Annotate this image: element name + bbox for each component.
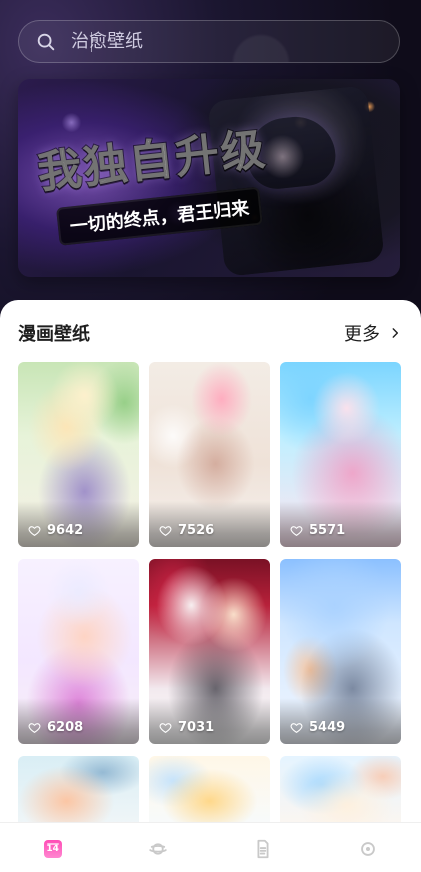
search-bar[interactable] <box>18 20 400 63</box>
heart-icon <box>290 524 303 537</box>
wallpaper-grid: 9642 7526 5571 6208 7031 5449 <box>18 362 402 838</box>
document-icon <box>257 839 269 858</box>
more-label: 更多 <box>344 324 380 345</box>
nav-item-settings[interactable] <box>344 829 392 869</box>
nav-item-notes[interactable] <box>239 829 287 869</box>
heart-icon <box>28 721 41 734</box>
likes-container: 5571 <box>290 523 345 538</box>
likes-container: 7031 <box>159 720 214 735</box>
content-sheet: 漫画壁纸 更多 9642 7526 5571 6208 7031 5449 14 <box>0 300 421 872</box>
text-caret <box>91 32 92 52</box>
section-header: 漫画壁纸 更多 <box>18 318 402 348</box>
chevron-right-icon <box>388 326 402 340</box>
wallpaper-card-5[interactable]: 7031 <box>149 559 270 744</box>
search-icon <box>35 31 57 53</box>
calendar-date: 14 <box>46 843 59 854</box>
planet-icon <box>149 842 167 855</box>
heart-icon <box>290 721 303 734</box>
nav-item-calendar[interactable]: 14 <box>29 829 77 869</box>
wallpaper-card-3[interactable]: 5571 <box>280 362 401 547</box>
settings-icon <box>361 841 376 856</box>
nav-item-explore[interactable] <box>134 829 182 869</box>
section-title: 漫画壁纸 <box>18 324 90 345</box>
heart-icon <box>159 721 172 734</box>
promo-banner[interactable]: 我独自升级 一切的终点，君王归来 <box>18 79 400 277</box>
likes-container: 6208 <box>28 720 83 735</box>
likes-container: 5449 <box>290 720 345 735</box>
wallpaper-card-2[interactable]: 7526 <box>149 362 270 547</box>
search-input[interactable] <box>71 31 351 52</box>
likes-count: 7031 <box>178 720 215 735</box>
calendar-icon: 14 <box>43 839 62 858</box>
wallpaper-card-1[interactable]: 9642 <box>18 362 139 547</box>
heart-icon <box>28 524 41 537</box>
likes-count: 5449 <box>309 720 346 735</box>
likes-count: 9642 <box>47 523 84 538</box>
likes-count: 7526 <box>178 523 215 538</box>
bottom-navigation: 14 <box>0 822 421 872</box>
more-link[interactable]: 更多 <box>344 320 402 346</box>
wallpaper-card-6[interactable]: 5449 <box>280 559 401 744</box>
banner-character-art <box>207 85 385 277</box>
app-root: 我独自升级 一切的终点，君王归来 漫画壁纸 更多 <box>0 0 421 872</box>
likes-container: 7526 <box>159 523 214 538</box>
likes-container: 9642 <box>28 523 83 538</box>
likes-count: 5571 <box>309 523 346 538</box>
heart-icon <box>159 524 172 537</box>
wallpaper-card-4[interactable]: 6208 <box>18 559 139 744</box>
likes-count: 6208 <box>47 720 84 735</box>
